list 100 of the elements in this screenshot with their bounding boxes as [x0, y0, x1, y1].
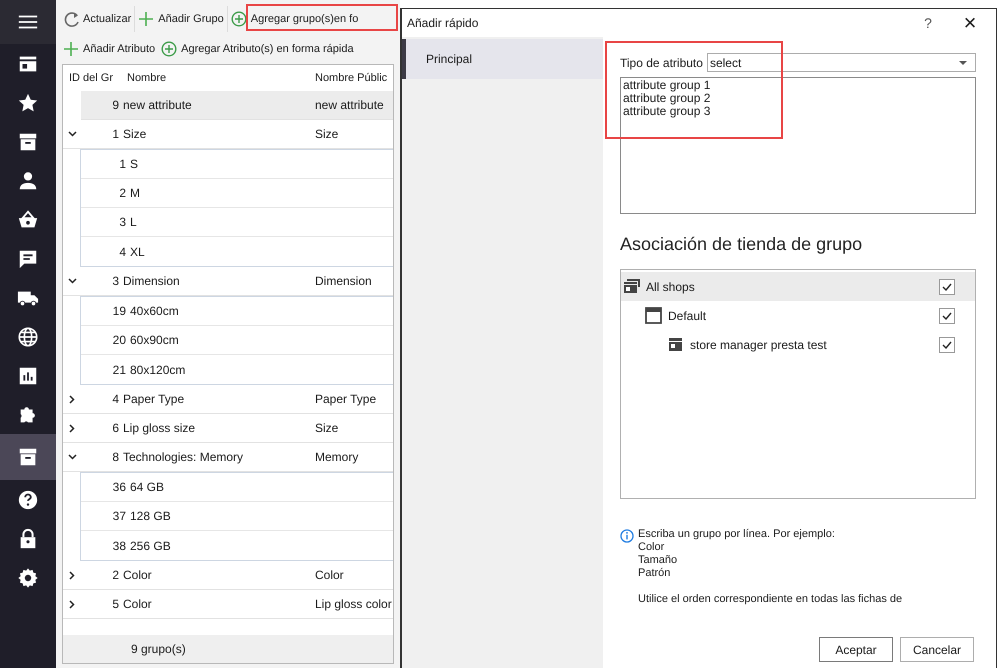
toolbar-button[interactable]: Añadir Grupo: [135, 6, 228, 32]
tree-item-label: store manager presta test: [690, 336, 827, 354]
toolbar-button[interactable]: Agregar Atributo(s) en forma rápida: [158, 36, 357, 62]
table-cell-text: Lip gloss size: [122, 420, 196, 437]
table-cell-text: 19: [112, 303, 126, 320]
shops-icon: [623, 278, 640, 295]
checkmark-icon: [942, 340, 952, 348]
tree-item[interactable]: Default: [621, 301, 975, 330]
table-cell-text: Paper Type: [314, 391, 378, 408]
table-row[interactable]: 9 new attribute new attribute: [63, 91, 393, 120]
chevron-right-icon[interactable]: [69, 570, 75, 580]
groups-text-area[interactable]: attribute group 1 attribute group 2 attribute group 3: [620, 77, 976, 214]
person-icon: [17, 170, 39, 192]
example-text: Color: [638, 541, 666, 554]
field-label: Tipo de atributo: [620, 54, 703, 72]
table-cell-text: Lip gloss color: [314, 596, 393, 613]
checkbox[interactable]: [939, 308, 955, 324]
table-cell-text: 36: [112, 479, 126, 496]
tree-item[interactable]: All shops: [621, 272, 975, 301]
table-cell-text: 2: [118, 185, 126, 202]
settings-icon: [17, 566, 39, 588]
chevron-right-icon[interactable]: [69, 424, 75, 432]
column-header[interactable]: ID del Gr: [63, 70, 121, 86]
info-text: Escriba un grupo por línea. Por ejemplo:: [638, 528, 836, 541]
table-cell-text: 4: [118, 244, 126, 260]
refresh-icon: [63, 11, 79, 27]
group-count: 9 grupo(s): [131, 641, 186, 658]
table-cell-text: Size: [314, 126, 340, 143]
inbox-icon: [17, 446, 39, 468]
table-cell-text: 5: [111, 596, 119, 613]
table-cell-text: 60x90cm: [129, 332, 179, 349]
table-cell-text: 1: [111, 126, 119, 143]
table-cell-text: Memory: [314, 449, 360, 466]
table-cell-text: 3: [118, 214, 126, 231]
dialog-title: Añadir rápido: [407, 15, 478, 32]
toolbar-button[interactable]: Agregar grupo(s)en fo: [228, 6, 362, 32]
chevron-down-icon[interactable]: [68, 131, 76, 137]
example-text: Tamaño: [638, 554, 678, 567]
checkmark-icon: [942, 282, 952, 290]
plus-circle-icon: [230, 11, 247, 27]
store-icon: [667, 336, 684, 353]
close-button[interactable]: ×: [960, 12, 980, 34]
toolbar-button[interactable]: Actualizar: [60, 6, 136, 32]
table-cell-text: 1: [118, 156, 126, 173]
toolbar-button[interactable]: Añadir Atributo: [60, 36, 158, 62]
table-cell-text: Color: [122, 596, 153, 613]
column-header[interactable]: Nombre Públic: [311, 70, 393, 86]
table-cell-text: Color: [314, 567, 345, 584]
checkbox[interactable]: [939, 336, 955, 352]
table-cell-text: 20: [112, 332, 126, 349]
table-cell-text: XL: [129, 244, 145, 260]
chevron-down-icon[interactable]: [68, 454, 76, 460]
attribute-type-dropdown[interactable]: select: [706, 53, 976, 72]
star-icon: [17, 92, 39, 114]
sidebar-item[interactable]: [0, 0, 56, 44]
cancel-button[interactable]: Cancelar: [900, 637, 974, 662]
table-cell-text: 80x120cm: [129, 362, 186, 378]
checkbox[interactable]: [939, 278, 955, 294]
table-cell-text: 128 GB: [129, 508, 171, 525]
info-icon: [620, 529, 634, 543]
section-heading: Asociación de tienda de grupo: [620, 233, 864, 256]
plus-circle-icon: [161, 41, 178, 57]
help-button[interactable]: ?: [918, 12, 938, 34]
table-cell-text: Paper Type: [122, 391, 186, 408]
table-cell-text: 37: [112, 508, 126, 525]
column-header[interactable]: Nombre: [121, 70, 311, 86]
table-cell-text: 40x60cm: [129, 303, 179, 320]
chevron-right-icon[interactable]: [69, 394, 75, 404]
chevron-down-icon[interactable]: [68, 278, 76, 284]
table-cell-text: 9: [111, 97, 119, 114]
table-cell-text: M: [129, 185, 140, 202]
table-cell-text: 3: [111, 273, 119, 290]
table-cell-text: Dimension: [314, 273, 373, 290]
help-icon: [17, 488, 39, 510]
chevron-right-icon[interactable]: [69, 600, 75, 608]
table-cell-text: Color: [122, 567, 153, 584]
globe-icon: [17, 326, 39, 348]
table-cell-text: 64 GB: [129, 479, 164, 496]
table-cell-text: new attribute: [122, 97, 193, 114]
info-note: Utilice el orden correspondiente en todas las fichas de: [638, 593, 902, 606]
tree-item[interactable]: store manager presta test: [621, 330, 975, 359]
tab[interactable]: Principal: [402, 39, 603, 79]
sidebar-item[interactable]: [0, 434, 56, 480]
table-cell-text: Technologies: Memory: [122, 449, 244, 466]
table-cell-text: 2: [111, 567, 119, 584]
table-cell-text: Dimension: [122, 273, 181, 290]
table-cell-text: 256 GB: [129, 538, 171, 554]
window-icon: [645, 307, 662, 324]
checkmark-icon: [942, 312, 952, 320]
table-cell-text: Size: [314, 420, 340, 437]
basket-icon: [17, 208, 39, 230]
accept-button[interactable]: Aceptar: [819, 637, 893, 662]
table-cell-text: 4: [111, 391, 119, 408]
plus-icon: [138, 11, 154, 27]
plus-icon: [63, 41, 79, 57]
table-cell-text: 38: [112, 538, 126, 554]
table-cell-text: 8: [111, 449, 119, 466]
table-cell-text: new attribute: [314, 97, 385, 114]
example-text: Patrón: [638, 567, 672, 580]
caret-icon: [959, 60, 967, 64]
